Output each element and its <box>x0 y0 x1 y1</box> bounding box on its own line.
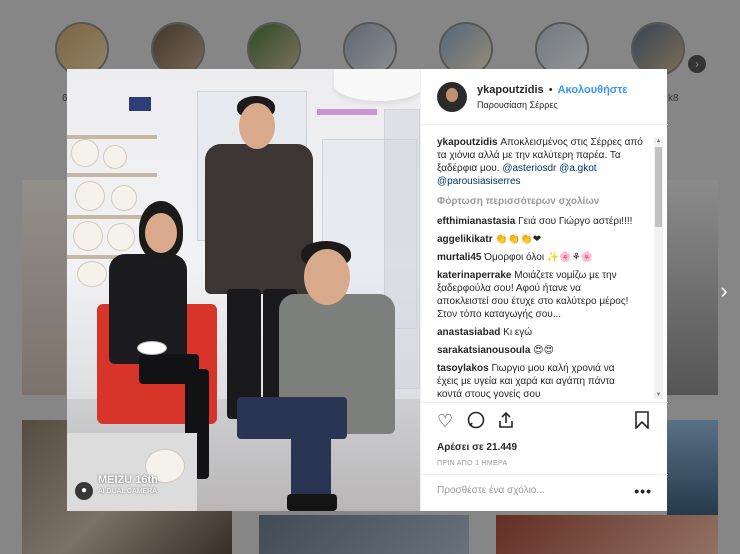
add-comment-bar: ••• <box>421 474 668 511</box>
comment-item: sarakatsianousoula 😍😍 ♡ <box>437 344 662 357</box>
mention-link[interactable]: @a.gkot <box>559 163 596 174</box>
photo-plate <box>71 139 99 167</box>
comment-text: 😍😍 <box>533 345 555 356</box>
comment-item: katerinaperrake Μοιάζετε νομίζω με την ξ… <box>437 269 662 321</box>
photo-person <box>291 421 331 501</box>
caption-username[interactable]: ykapoutzidis <box>437 137 498 148</box>
follow-button[interactable]: Ακολουθήστε <box>558 84 628 96</box>
author-avatar[interactable] <box>437 82 467 112</box>
post-timestamp: ΠΡΙΝ ΑΠΟ 1 ΗΜΕΡΑ <box>437 460 508 467</box>
photo-plate <box>103 145 127 169</box>
photo-light-strip <box>317 109 377 115</box>
comment-text: Κι εγώ <box>503 327 533 338</box>
share-icon[interactable] <box>497 411 515 433</box>
more-options-icon[interactable]: ••• <box>634 483 652 499</box>
photo-plate <box>107 223 135 251</box>
next-post-arrow-icon[interactable]: › <box>712 276 736 306</box>
comment-username[interactable]: efthimianastasia <box>437 216 515 227</box>
comment-bubble-icon[interactable] <box>467 411 485 433</box>
comments-list[interactable]: ykapoutzidis Αποκλεισμένος στις Σέρρες α… <box>421 126 668 402</box>
photo-shelf <box>67 173 157 177</box>
author-row: ykapoutzidis • Ακολουθήστε <box>477 84 627 96</box>
likes-count[interactable]: Αρέσει σε 21.449 <box>437 442 517 453</box>
comment-username[interactable]: anastasiabad <box>437 327 500 338</box>
photo-lamp <box>334 69 420 101</box>
scroll-up-icon[interactable]: ▲ <box>655 137 662 145</box>
photo-plate <box>77 261 107 287</box>
comment-text: 👏👏👏❤ <box>495 234 542 245</box>
photo-person <box>287 494 337 511</box>
photo-person <box>145 213 177 253</box>
scroll-down-icon[interactable]: ▼ <box>655 391 662 399</box>
caption: ykapoutzidis Αποκλεισμένος στις Σέρρες α… <box>437 136 644 188</box>
comment-username[interactable]: sarakatsianousoula <box>437 345 530 356</box>
mention-link[interactable]: @asteriosdr <box>502 163 556 174</box>
comment-username[interactable]: aggelikikatr <box>437 234 493 245</box>
camera-watermark: MEIZU 16th AI DUAL CAMERA <box>98 474 158 496</box>
comment-item: anastasiabad Κι εγώ ♡ <box>437 326 662 339</box>
scrollbar-thumb[interactable] <box>655 147 662 227</box>
comment-username[interactable]: murtali45 <box>437 252 481 263</box>
comment-username[interactable]: katerinaperrake <box>437 270 512 281</box>
comments-scrollbar[interactable]: ▲ ▼ <box>654 137 663 399</box>
location-link[interactable]: Παρουσίαση Σέρρες <box>477 100 558 110</box>
comment-item: efthimianastasia Γειά σου Γιώργο αστέρι!… <box>437 215 662 228</box>
separator-dot: • <box>548 84 553 96</box>
comment-item: aggelikikatr 👏👏👏❤ ♡ <box>437 233 662 246</box>
bookmark-icon[interactable] <box>634 411 650 433</box>
comment-item: tasoylakos Γιωργιο μου καλή χρονιά να έχ… <box>437 362 662 401</box>
comment-text: Όμορφοι όλοι ✨🌸⚘🌸 <box>484 252 594 263</box>
comment-text: Γειά σου Γιώργο αστέρι!!!! <box>518 216 633 227</box>
photo-person <box>239 103 275 149</box>
post-header: ykapoutzidis • Ακολουθήστε Παρουσίαση Σέ… <box>421 69 668 125</box>
photo-plate <box>73 221 103 251</box>
like-heart-icon[interactable]: ♡ <box>437 411 453 431</box>
comment-item: murtali45 Όμορφοι όλοι ✨🌸⚘🌸 ♡ <box>437 251 662 264</box>
add-comment-input[interactable] <box>437 485 617 496</box>
photo-shelf <box>67 135 157 139</box>
photo-person <box>304 249 350 305</box>
post-side-panel: ykapoutzidis • Ακολουθήστε Παρουσίαση Σέ… <box>420 69 668 511</box>
post-modal: ● MEIZU 16th AI DUAL CAMERA ykapoutzidis… <box>67 69 668 511</box>
mention-link[interactable]: @parousiasiserres <box>437 176 521 187</box>
photo-tv <box>129 97 151 111</box>
post-photo[interactable]: ● MEIZU 16th AI DUAL CAMERA <box>67 69 420 511</box>
author-username[interactable]: ykapoutzidis <box>477 84 544 96</box>
photo-cup <box>137 341 167 355</box>
load-more-comments-button[interactable]: Φόρτωση περισσότερων σχολίων <box>437 195 644 208</box>
photo-plate <box>75 181 105 211</box>
photo-plate <box>111 185 137 211</box>
photo-person <box>205 144 313 294</box>
comment-username[interactable]: tasoylakos <box>437 363 489 374</box>
